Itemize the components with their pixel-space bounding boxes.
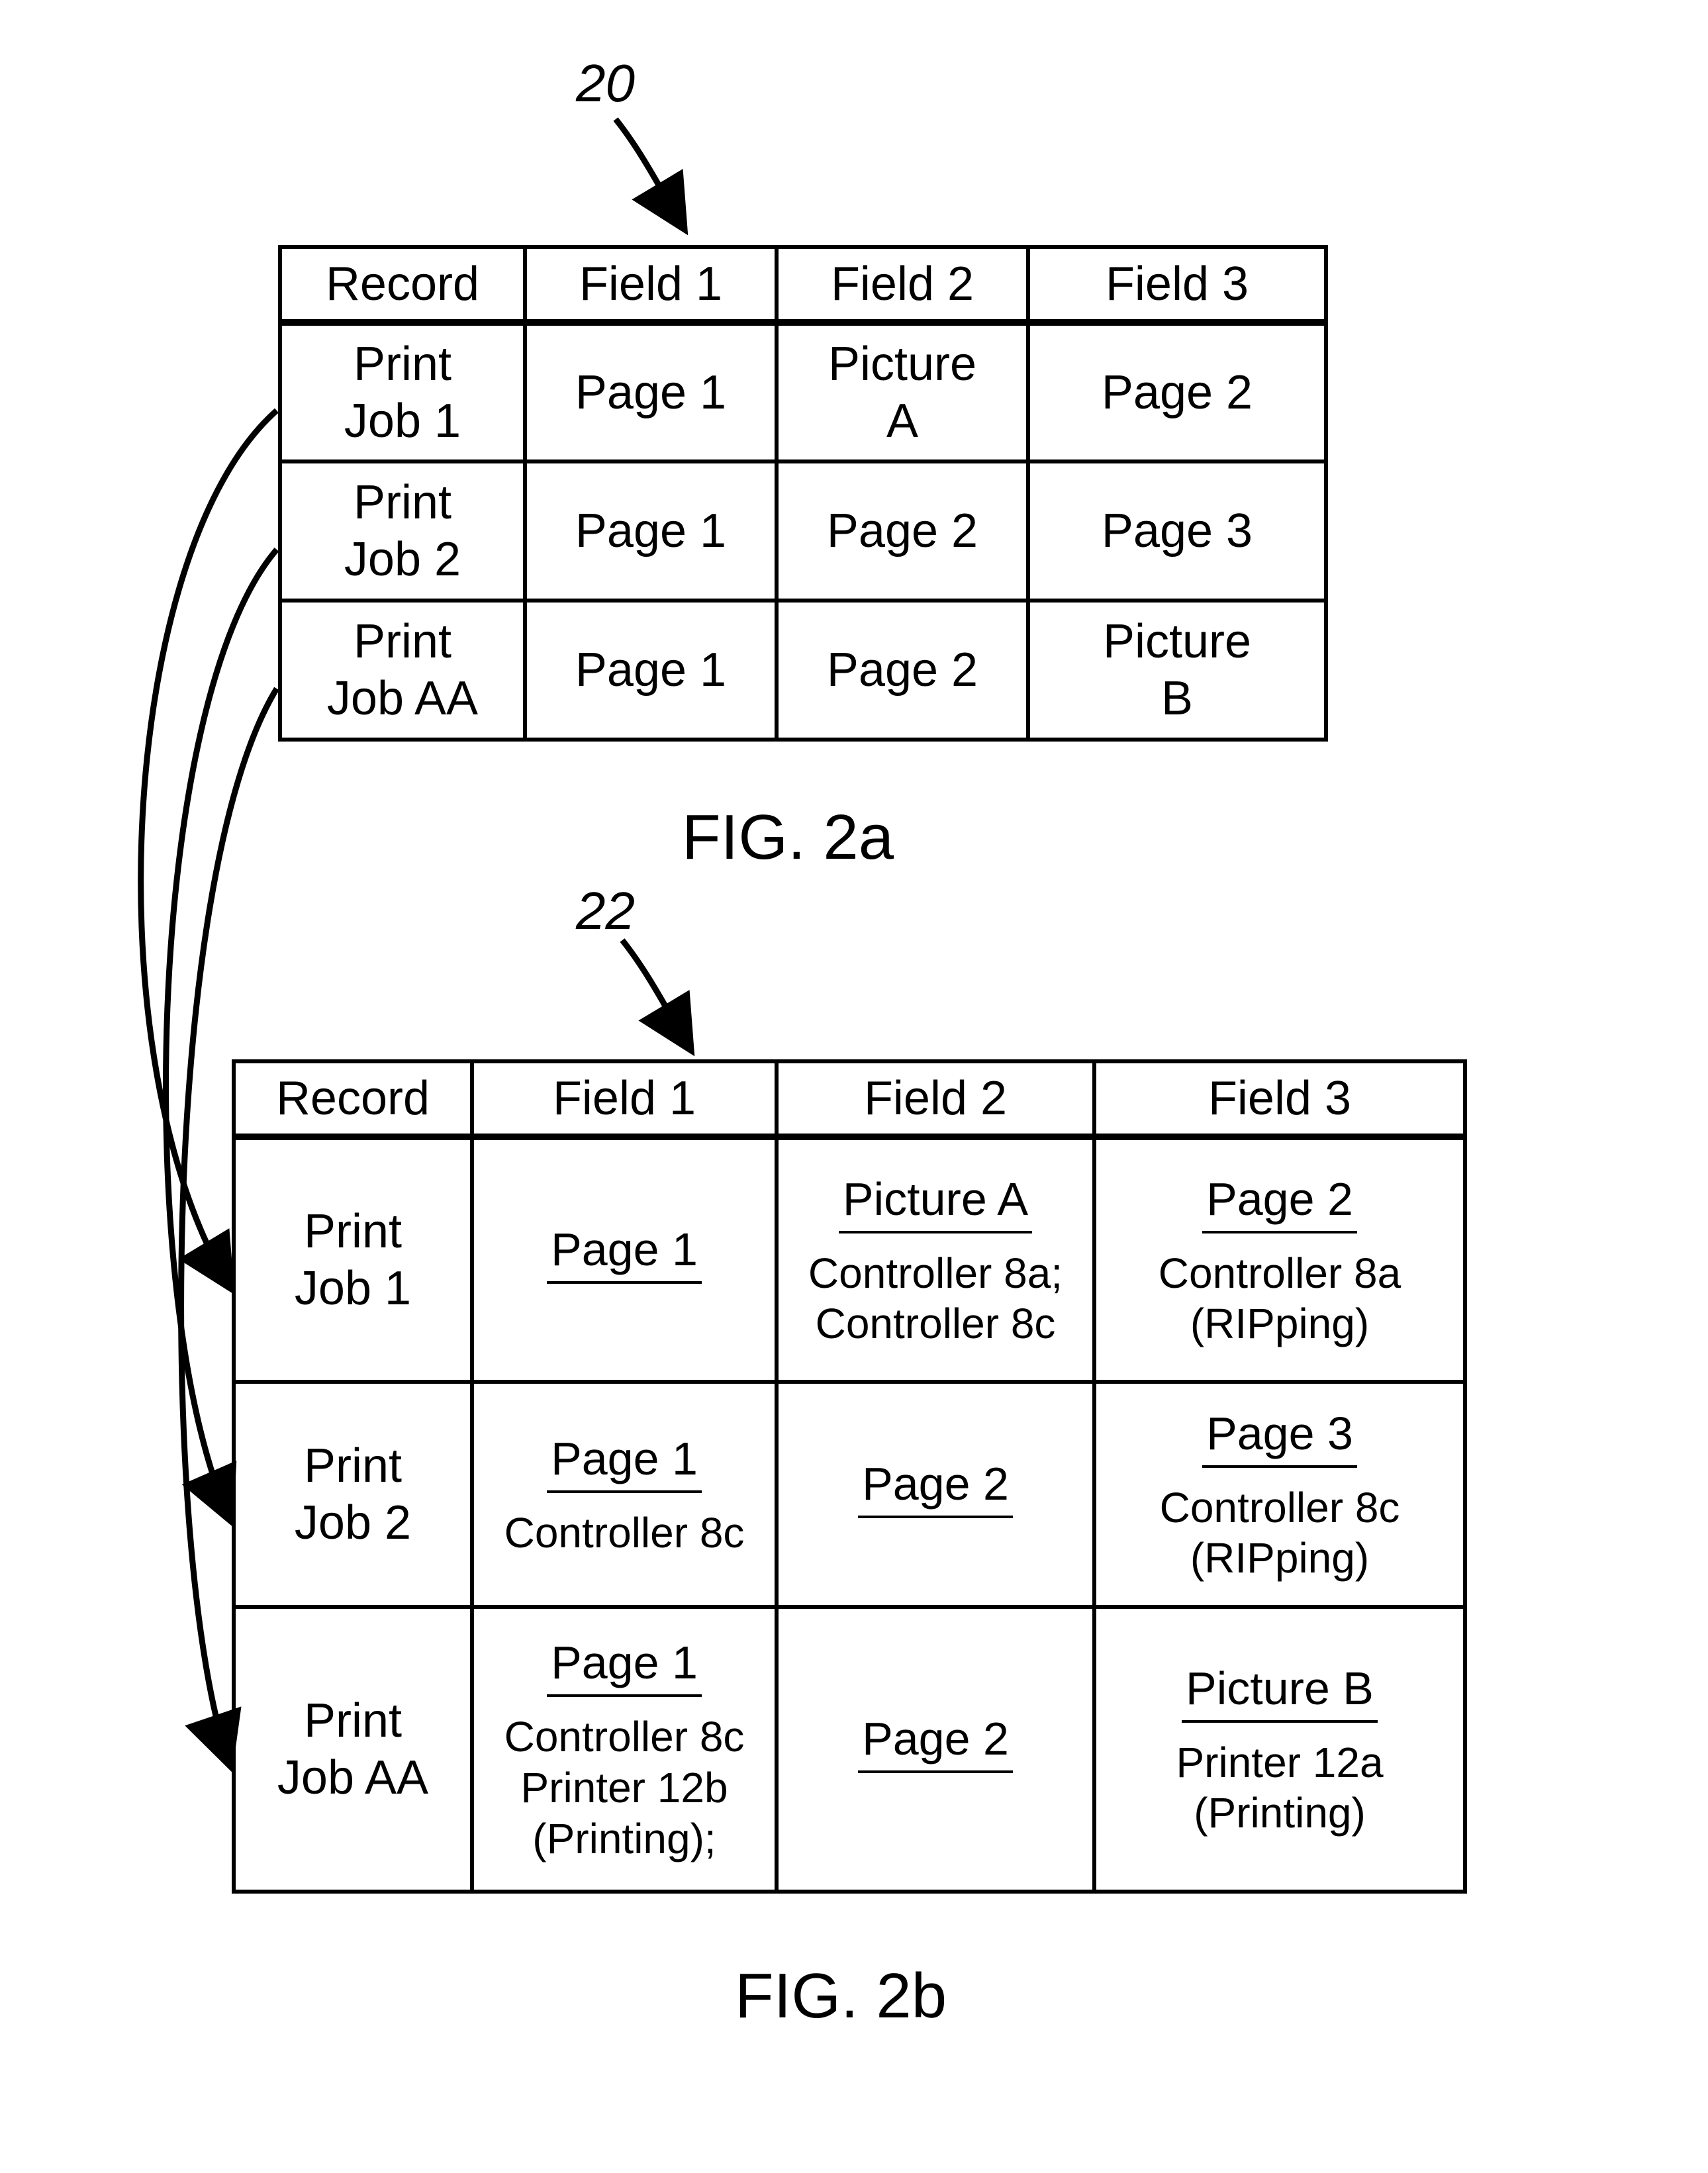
table-b-h2: Field 2 xyxy=(777,1061,1094,1137)
table-b-r0-f1: Page 1 xyxy=(472,1137,777,1382)
table-a-row-2: PrintJob AA Page 1 Page 2 PictureB xyxy=(280,601,1326,740)
table-b-r1-f2-head: Page 2 xyxy=(858,1456,1013,1518)
table-b-r0-record: PrintJob 1 xyxy=(234,1137,472,1382)
table-b-r0-f1-head: Page 1 xyxy=(547,1222,702,1284)
caption-fig-2b: FIG. 2b xyxy=(735,1960,947,2033)
table-b-r1-f3-detail: Controller 8c(RIPping) xyxy=(1160,1482,1400,1584)
table-b-r2-f1: Page 1 Controller 8cPrinter 12b(Printing… xyxy=(472,1607,777,1892)
table-b-r2-f1-detail: Controller 8cPrinter 12b(Printing); xyxy=(504,1712,745,1864)
table-b-r1-f1: Page 1 Controller 8c xyxy=(472,1382,777,1607)
table-a-header-row: Record Field 1 Field 2 Field 3 xyxy=(280,247,1326,322)
ref-num-20: 20 xyxy=(576,53,635,114)
table-b-r2-f3-detail: Printer 12a(Printing) xyxy=(1176,1737,1383,1839)
table-b-r0-f3: Page 2 Controller 8a(RIPping) xyxy=(1094,1137,1465,1382)
table-fig-2a: Record Field 1 Field 2 Field 3 PrintJob … xyxy=(278,245,1328,742)
table-b-r2-record: PrintJob AA xyxy=(234,1607,472,1892)
table-b-r2-f3: Picture B Printer 12a(Printing) xyxy=(1094,1607,1465,1892)
page: 20 Record Field 1 Field 2 Field 3 PrintJ… xyxy=(0,0,1708,2173)
table-b-r2-f3-head: Picture B xyxy=(1182,1661,1378,1723)
table-a-r0-f1: Page 1 xyxy=(525,322,777,461)
table-b-row-0: PrintJob 1 Page 1 Picture A Controller 8… xyxy=(234,1137,1465,1382)
ref-num-22: 22 xyxy=(576,881,635,942)
table-b-h0: Record xyxy=(234,1061,472,1137)
table-a-r1-f2: Page 2 xyxy=(777,461,1028,601)
table-b-r0-f2: Picture A Controller 8a;Controller 8c xyxy=(777,1137,1094,1382)
table-b-r0-f2-head: Picture A xyxy=(839,1171,1032,1233)
table-b-r1-f2: Page 2 xyxy=(777,1382,1094,1607)
table-b-r1-f1-head: Page 1 xyxy=(547,1431,702,1493)
caption-fig-2a: FIG. 2a xyxy=(682,801,894,874)
table-b-r2-f1-head: Page 1 xyxy=(547,1635,702,1697)
arrow-ref-22 xyxy=(622,940,688,1046)
table-a-r1-record: PrintJob 2 xyxy=(280,461,525,601)
table-b-r1-f3: Page 3 Controller 8c(RIPping) xyxy=(1094,1382,1465,1607)
table-b-row-2: PrintJob AA Page 1 Controller 8cPrinter … xyxy=(234,1607,1465,1892)
table-b-r0-f3-detail: Controller 8a(RIPping) xyxy=(1159,1248,1401,1350)
table-a-h0: Record xyxy=(280,247,525,322)
table-a-r0-f2: PictureA xyxy=(777,322,1028,461)
table-a-h3: Field 3 xyxy=(1028,247,1326,322)
table-b-r0-f2-detail: Controller 8a;Controller 8c xyxy=(808,1248,1063,1350)
table-a-r2-f3: PictureB xyxy=(1028,601,1326,740)
table-b-r1-record: PrintJob 2 xyxy=(234,1382,472,1607)
table-a-r2-f2: Page 2 xyxy=(777,601,1028,740)
table-b-r1-f1-detail: Controller 8c xyxy=(504,1508,745,1559)
table-a-row-1: PrintJob 2 Page 1 Page 2 Page 3 xyxy=(280,461,1326,601)
table-a-r2-record: PrintJob AA xyxy=(280,601,525,740)
table-a-h2: Field 2 xyxy=(777,247,1028,322)
table-a-row-0: PrintJob 1 Page 1 PictureA Page 2 xyxy=(280,322,1326,461)
table-a-r0-f3: Page 2 xyxy=(1028,322,1326,461)
table-a-r2-f1: Page 1 xyxy=(525,601,777,740)
table-fig-2b: Record Field 1 Field 2 Field 3 PrintJob … xyxy=(232,1059,1467,1894)
table-b-r1-f3-head: Page 3 xyxy=(1202,1406,1357,1468)
table-b-r2-f2-head: Page 2 xyxy=(858,1711,1013,1773)
table-b-h3: Field 3 xyxy=(1094,1061,1465,1137)
table-a-r1-f1: Page 1 xyxy=(525,461,777,601)
table-b-header-row: Record Field 1 Field 2 Field 3 xyxy=(234,1061,1465,1137)
table-a-h1: Field 1 xyxy=(525,247,777,322)
table-a-r1-f3: Page 3 xyxy=(1028,461,1326,601)
table-b-r2-f2: Page 2 xyxy=(777,1607,1094,1892)
table-a-r0-record: PrintJob 1 xyxy=(280,322,525,461)
arrow-ref-20 xyxy=(616,119,682,225)
table-b-row-1: PrintJob 2 Page 1 Controller 8c Page 2 P… xyxy=(234,1382,1465,1607)
table-b-h1: Field 1 xyxy=(472,1061,777,1137)
table-b-r0-f3-head: Page 2 xyxy=(1202,1171,1357,1233)
